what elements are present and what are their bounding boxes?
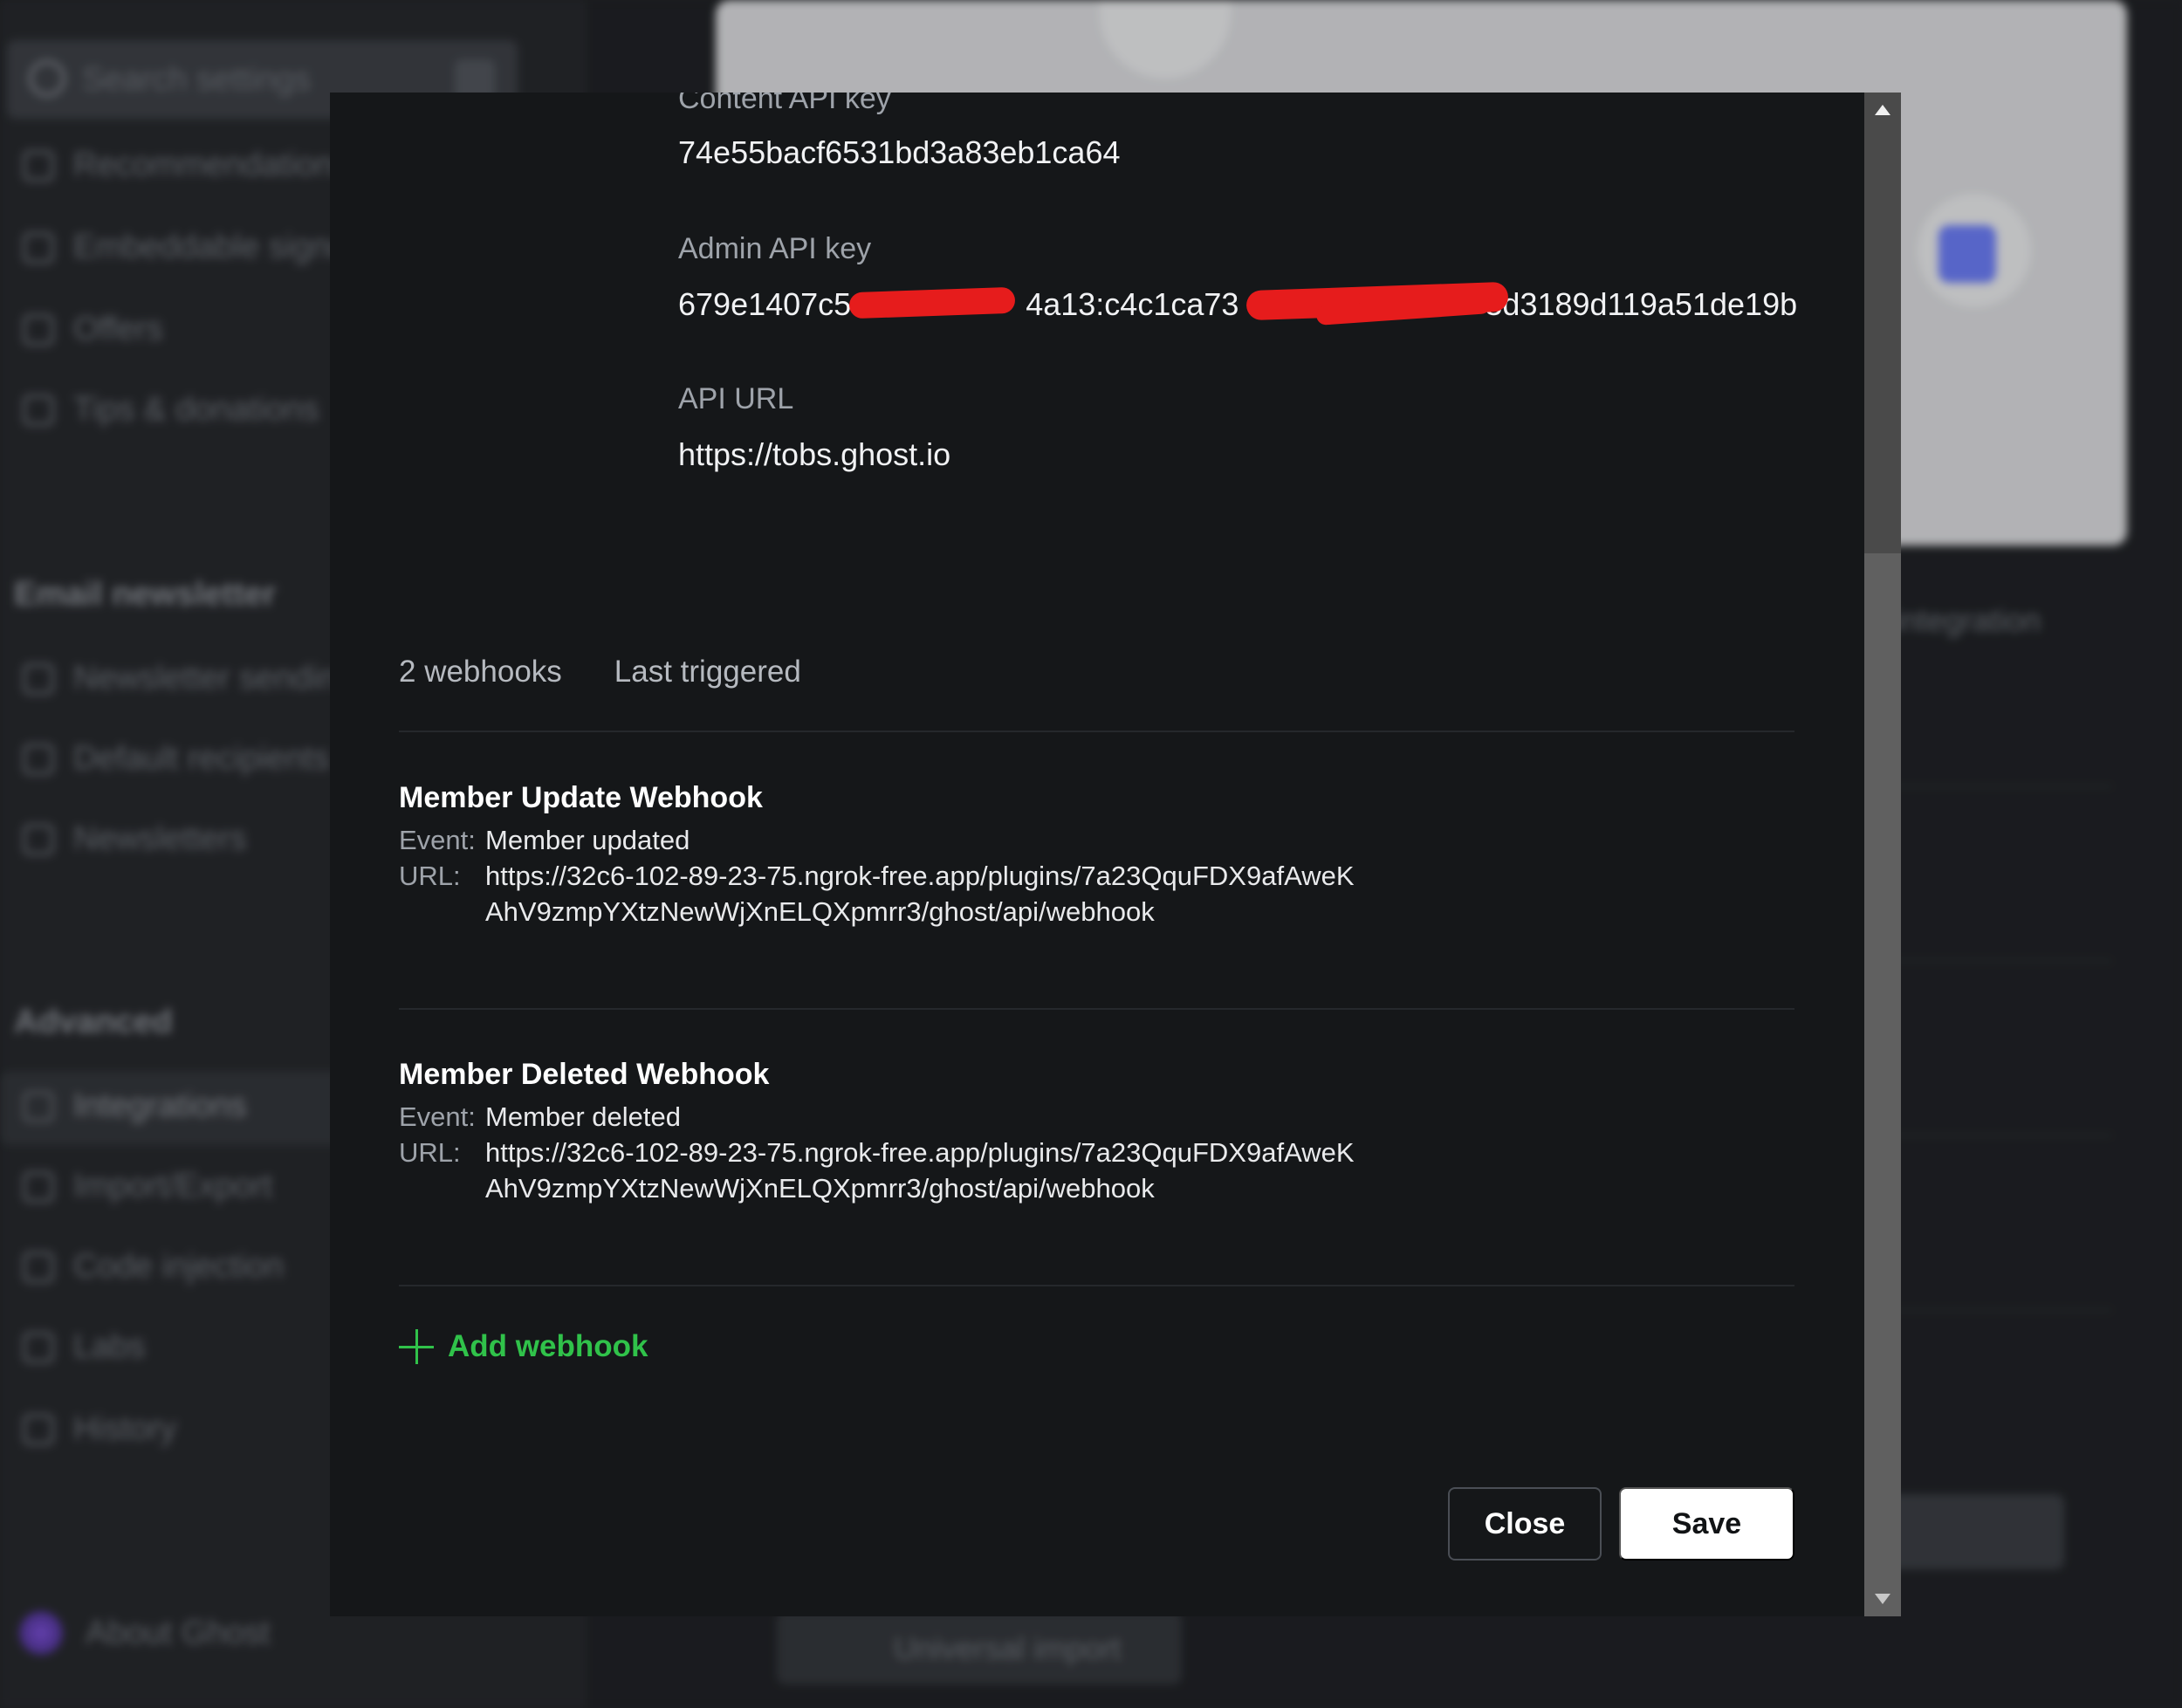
admin-key-part: 4a13:c4c1ca73: [1026, 286, 1239, 322]
webhook-item[interactable]: Member Deleted Webhook Event: Member dele…: [399, 1058, 1359, 1206]
webhooks-table-header: 2 webhooks Last triggered: [399, 655, 801, 689]
content-api-key-value[interactable]: 74e55bacf6531bd3a83eb1ca64: [678, 134, 1121, 171]
url-key: URL:: [399, 1137, 461, 1168]
divider: [399, 731, 1794, 732]
plus-icon: [399, 1329, 434, 1364]
event-key: Event:: [399, 825, 476, 855]
webhook-name: Member Deleted Webhook: [399, 1058, 770, 1091]
webhook-url: https://32c6-102-89-23-75.ngrok-free.app…: [485, 861, 1355, 927]
webhook-name: Member Update Webhook: [399, 781, 763, 814]
url-key: URL:: [399, 861, 461, 891]
last-triggered-header: Last triggered: [614, 655, 801, 689]
modal-scrollbar[interactable]: [1864, 93, 1901, 1616]
admin-key-part: 3d3189d119a51de19b: [1485, 286, 1798, 322]
modal-content: Content API key 74e55bacf6531bd3a83eb1ca…: [330, 93, 1864, 1616]
webhooks-count: 2 webhooks: [399, 655, 562, 689]
content-api-key-label: Content API key: [678, 93, 891, 115]
api-url-label: API URL: [678, 382, 794, 415]
webhook-event: Member updated: [485, 825, 690, 855]
admin-api-key-label: Admin API key: [678, 232, 872, 265]
divider: [399, 1008, 1794, 1010]
scroll-down-arrow-icon[interactable]: [1875, 1594, 1890, 1604]
api-url-value[interactable]: https://tobs.ghost.io: [678, 436, 950, 473]
add-webhook-button[interactable]: Add webhook: [399, 1329, 648, 1364]
integration-modal: Content API key 74e55bacf6531bd3a83eb1ca…: [330, 93, 1901, 1616]
divider: [399, 1285, 1794, 1286]
webhook-item[interactable]: Member Update Webhook Event: Member updat…: [399, 781, 1359, 929]
admin-key-part: 679e1407c5: [678, 286, 852, 322]
webhook-url: https://32c6-102-89-23-75.ngrok-free.app…: [485, 1137, 1355, 1204]
scrollbar-thumb-region[interactable]: [1864, 93, 1901, 553]
event-key: Event:: [399, 1101, 476, 1132]
close-button[interactable]: Close: [1448, 1487, 1602, 1561]
save-button[interactable]: Save: [1619, 1487, 1794, 1561]
add-webhook-label: Add webhook: [448, 1329, 648, 1363]
webhook-event: Member deleted: [485, 1101, 682, 1132]
admin-api-key-value[interactable]: 679e1407c5 4a13:c4c1ca73 3d3189d119a51de19…: [678, 286, 1797, 323]
scroll-up-arrow-icon[interactable]: [1875, 105, 1890, 115]
